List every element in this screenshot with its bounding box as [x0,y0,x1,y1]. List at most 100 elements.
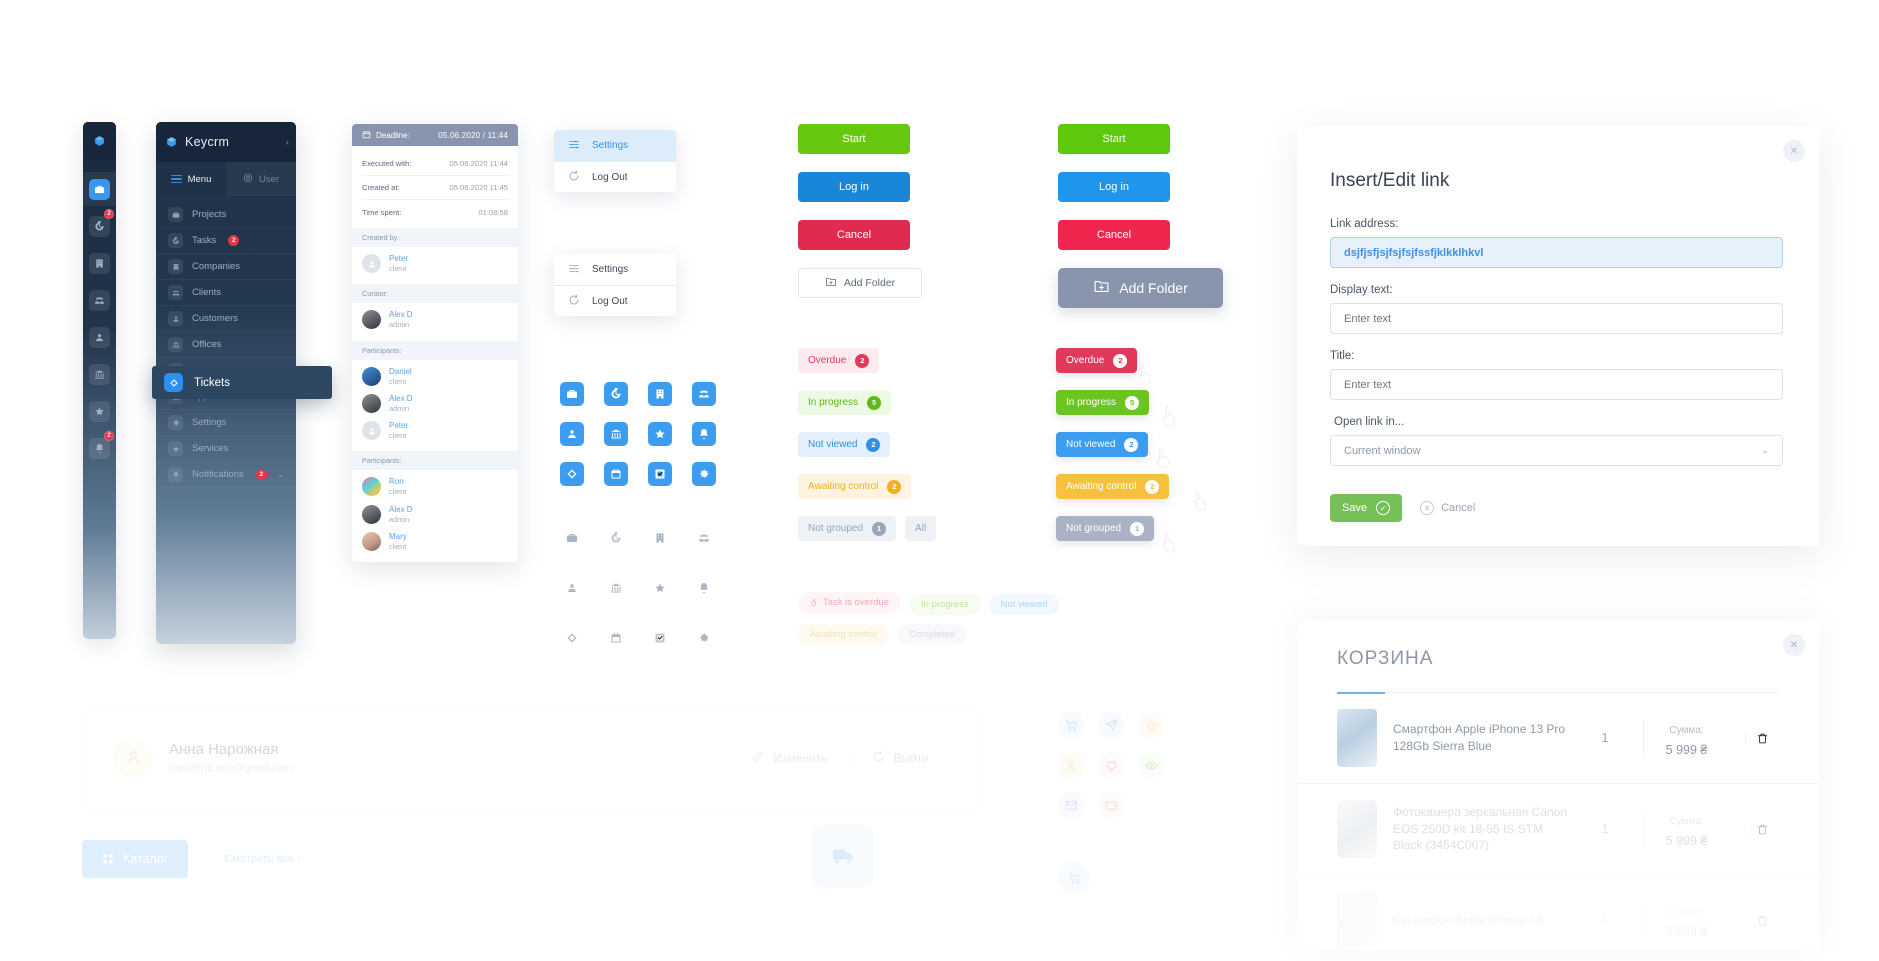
person-name[interactable]: Ron [389,477,406,487]
building-icon[interactable] [648,526,672,550]
bank-icon[interactable] [604,422,628,446]
tab-menu[interactable]: Menu [156,162,226,196]
trash-icon[interactable] [1745,913,1779,927]
checkbox-icon[interactable] [648,626,672,650]
person-name[interactable]: Alex D [389,505,413,515]
collapse-sidebar-button[interactable]: ‹ [286,137,289,147]
status-filter-not-grouped[interactable]: Not grouped 1 [798,516,897,541]
rail-item-bell[interactable]: 2 [83,431,116,461]
star-icon[interactable] [648,576,672,600]
display-text-input[interactable] [1330,303,1783,334]
person-name[interactable]: Mary [389,532,407,542]
rail-item-timer[interactable]: 2 [83,209,116,239]
sidebar-item-companies[interactable]: Companies [156,254,296,280]
list-item[interactable]: Peter client [362,417,508,444]
user-icon[interactable] [1058,752,1084,778]
sidebar-item-clients[interactable]: Clients [156,280,296,306]
chevron-down-icon[interactable]: ⌄ [277,470,284,479]
rail-item-bank[interactable] [83,361,116,387]
list-item[interactable]: Alex Dadmin [362,390,508,417]
list-item[interactable]: Peter client [362,250,508,277]
save-button[interactable]: Save ✓ [1330,494,1403,522]
timer-icon[interactable] [604,382,628,406]
profile-action-edit[interactable]: Изменить [730,750,849,766]
calendar-icon[interactable] [604,626,628,650]
bell-icon[interactable] [692,576,716,600]
cancel-button[interactable]: ✕ Cancel [1420,501,1475,515]
add-folder-button[interactable]: Add Folder [1058,268,1223,308]
heart-icon[interactable] [1098,752,1124,778]
rail-item-users[interactable] [83,287,116,313]
list-item[interactable]: Alex Dadmin [362,306,508,333]
status-filter-overdue[interactable]: Overdue 2 [798,348,880,373]
gear-icon[interactable] [692,626,716,650]
ticket-icon[interactable] [560,462,584,486]
sidebar-item-offices[interactable]: Offices [156,332,296,358]
cart-icon[interactable] [1058,712,1084,738]
status-filter-overdue[interactable]: Overdue 2 [1056,348,1138,373]
sidebar-item-customers[interactable]: Customers [156,306,296,332]
cancel-button[interactable]: Cancel [798,220,910,250]
list-item[interactable]: Ron client [362,473,508,500]
gear-icon[interactable] [692,462,716,486]
link-address-input[interactable] [1330,237,1783,268]
status-filter-in-progress[interactable]: In progress 5 [798,390,892,415]
open-link-in-select[interactable]: Current window ⌄ [1330,435,1783,466]
product-name[interactable]: Смартфон Apple iPhone 13 Pro 128Gb Sierr… [1393,721,1567,755]
rail-item-building[interactable] [83,250,116,276]
menu-item-log-out[interactable]: Log Out [554,285,676,316]
product-name[interactable]: Фотокамера зеркальная Canon EOS 250D kit… [1393,804,1567,854]
person-name[interactable]: Alex D [389,310,413,320]
bell-icon[interactable] [692,422,716,446]
send-icon[interactable] [1098,712,1124,738]
briefcase-icon[interactable] [560,526,584,550]
timer-icon[interactable] [604,526,628,550]
cancel-button[interactable]: Cancel [1058,220,1170,250]
star-icon[interactable] [1138,712,1164,738]
status-tag-task-is-overdue[interactable]: Task is overdue [798,592,902,613]
log-in-button[interactable]: Log in [798,172,910,202]
users-icon[interactable] [692,382,716,406]
sidebar-item-services[interactable]: Services [156,436,296,462]
product-name[interactable]: Смартфон Apple iPhone 13 [1393,912,1567,929]
sidebar-item-settings[interactable]: Settings [156,410,296,436]
status-filter-all[interactable]: All [905,516,937,541]
sidebar-item-notifications[interactable]: Notifications 2 ⌄ [156,462,296,488]
close-icon[interactable]: ✕ [1783,140,1805,162]
person-name[interactable]: Peter [389,254,408,264]
status-tag-awaiting-control[interactable]: Awaiting control [798,624,889,645]
checkbox-icon[interactable] [648,462,672,486]
list-item[interactable]: Alex Dadmin [362,501,508,528]
menu-item-log-out[interactable]: Log Out [554,161,676,192]
status-tag-in-progress[interactable]: In progress [909,594,981,615]
menu-item-settings[interactable]: Settings [554,254,676,285]
briefcase-icon[interactable] [560,382,584,406]
person-name[interactable]: Peter [389,421,408,431]
person-name[interactable]: Alex D [389,394,413,404]
trash-icon[interactable] [1745,731,1779,745]
status-tag-completed[interactable]: Completed [896,624,967,645]
add-folder-button[interactable]: Add Folder [798,268,922,298]
ticket-icon[interactable] [560,626,584,650]
user-icon[interactable] [560,576,584,600]
person-name[interactable]: Daniel [389,367,412,377]
list-item[interactable]: Mary client [362,528,508,555]
users-icon[interactable] [692,526,716,550]
rail-item-user[interactable] [83,324,116,350]
status-filter-awaiting-control[interactable]: Awaiting control 2 [798,474,912,499]
log-in-button[interactable]: Log in [1058,172,1170,202]
start-button[interactable]: Start [798,124,910,154]
list-item[interactable]: Daniel client [362,363,508,390]
status-filter-not-viewed[interactable]: Not viewed 2 [798,432,891,457]
trash-icon[interactable] [1745,822,1779,836]
user-icon[interactable] [560,422,584,446]
rail-item-star[interactable] [83,398,116,424]
bank-icon[interactable] [604,576,628,600]
status-tag-not-viewed[interactable]: Not viewed [988,594,1060,615]
calendar-icon[interactable] [604,462,628,486]
building-icon[interactable] [648,382,672,406]
status-filter-awaiting-control[interactable]: Awaiting control 2 [1056,474,1170,499]
status-filter-in-progress[interactable]: In progress 5 [1056,390,1150,415]
wallet-icon[interactable] [1098,792,1124,818]
profile-action-logout[interactable]: Выйти [849,749,951,766]
